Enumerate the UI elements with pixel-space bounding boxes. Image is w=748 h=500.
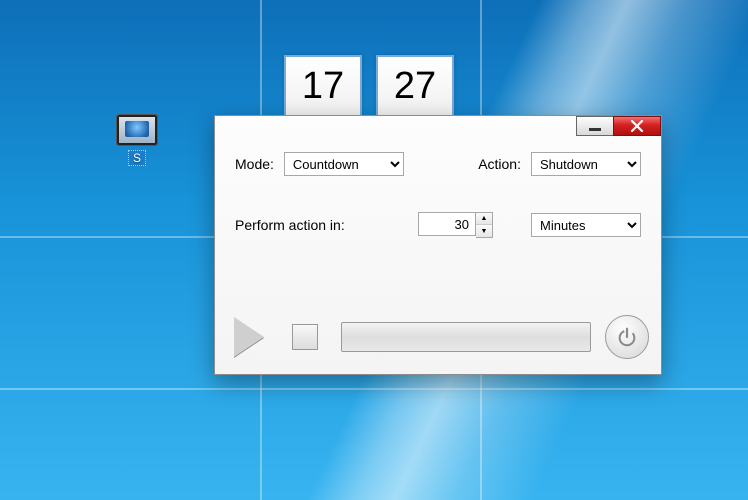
- app-window: Mode: Countdown Action: Shutdown Perform…: [214, 115, 662, 375]
- perform-label: Perform action in:: [235, 217, 385, 233]
- progress-bar: [341, 322, 591, 352]
- spin-down-button[interactable]: ▼: [476, 225, 492, 237]
- desktop-shortcut[interactable]: S: [108, 114, 166, 166]
- action-select[interactable]: Shutdown: [531, 152, 641, 176]
- mode-select[interactable]: Countdown: [284, 152, 404, 176]
- amount-input[interactable]: [418, 212, 476, 236]
- amount-spinner[interactable]: ▲ ▼: [418, 212, 493, 238]
- unit-select[interactable]: Minutes: [531, 213, 641, 237]
- clock-hours: 17: [284, 55, 362, 117]
- play-icon: [234, 317, 264, 357]
- mode-label: Mode:: [235, 156, 274, 172]
- monitor-icon: [116, 114, 158, 146]
- spin-up-button[interactable]: ▲: [476, 213, 492, 225]
- action-label: Action:: [478, 156, 521, 172]
- power-button[interactable]: [605, 315, 649, 359]
- minimize-button[interactable]: [576, 116, 614, 136]
- minimize-icon: [589, 128, 601, 131]
- clock-widget: 17 27: [284, 55, 454, 117]
- play-button[interactable]: [225, 313, 273, 361]
- desktop-shortcut-label: S: [128, 150, 146, 166]
- clock-minutes: 27: [376, 55, 454, 117]
- stop-button[interactable]: [281, 313, 329, 361]
- stop-icon: [292, 324, 318, 350]
- power-icon: [616, 326, 638, 348]
- close-button[interactable]: [613, 116, 661, 136]
- titlebar[interactable]: [215, 116, 661, 142]
- close-icon: [630, 120, 644, 132]
